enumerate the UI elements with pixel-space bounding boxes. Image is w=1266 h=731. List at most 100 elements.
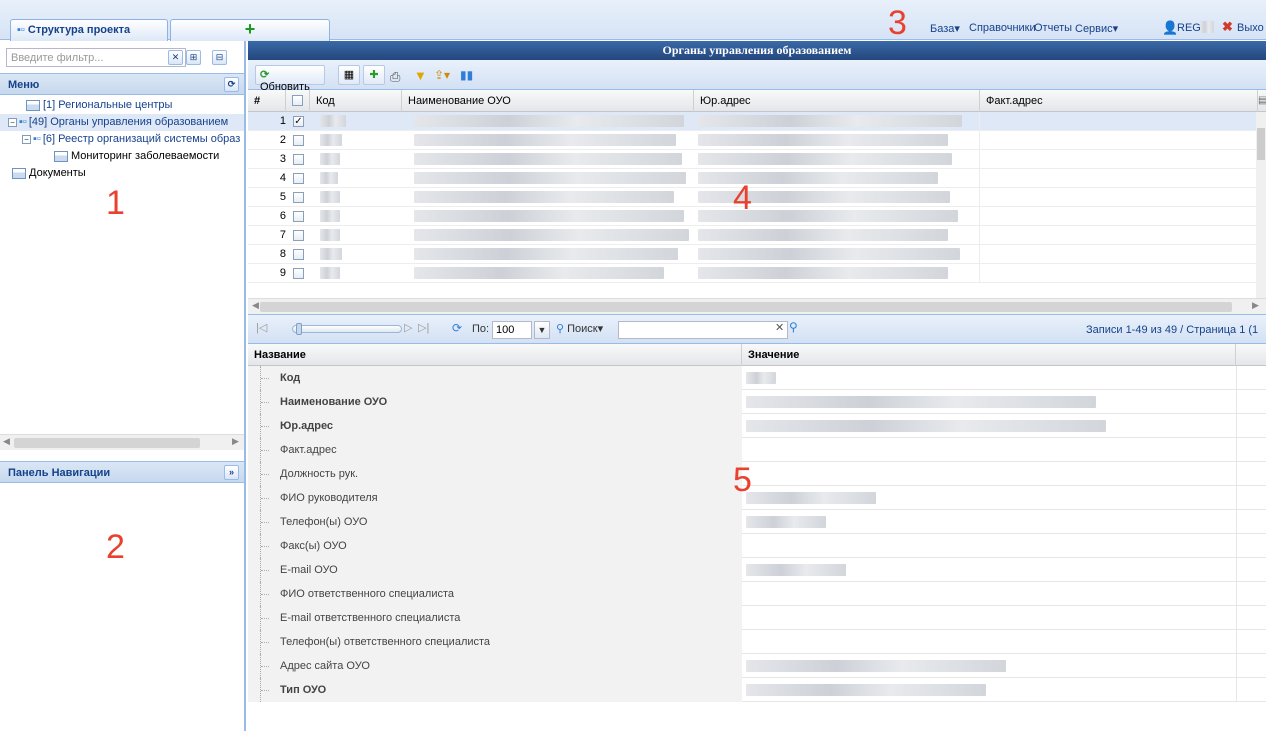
grid-vscroll-thumb[interactable] <box>1257 128 1265 160</box>
menu-base[interactable]: База▾ <box>930 22 960 35</box>
search-menu[interactable]: ⚲ Поиск▾ <box>556 322 603 335</box>
clear-filter-icon[interactable]: ✕ <box>168 50 183 65</box>
property-row[interactable]: Факт.адрес <box>248 438 1266 462</box>
tree-item-monitoring[interactable]: Мониторинг заболеваемости <box>0 148 244 165</box>
property-row[interactable]: E-mail ответственного специалиста <box>248 606 1266 630</box>
scroll-right-icon[interactable]: ▶ <box>232 436 239 447</box>
legal-address-blur <box>698 267 948 279</box>
tree-item-documents[interactable]: Документы <box>0 165 244 182</box>
column-divider <box>1236 534 1237 558</box>
row-checkbox[interactable]: ✓ <box>293 116 304 127</box>
row-checkbox[interactable] <box>293 268 304 279</box>
property-name: Наименование ОУО <box>248 390 742 414</box>
table-row[interactable]: 5 <box>248 188 1256 207</box>
row-checkbox[interactable] <box>293 249 304 260</box>
scroll-thumb[interactable] <box>14 438 200 448</box>
reload-icon[interactable]: ⟳ <box>452 321 462 335</box>
add-tab-button[interactable]: + <box>170 19 330 41</box>
menu-references[interactable]: Справочники <box>969 22 1036 34</box>
table-row[interactable]: 4 <box>248 169 1256 188</box>
tab-project-structure[interactable]: ▪▫ Структура проекта <box>10 19 168 41</box>
grid-hscroll-thumb[interactable] <box>260 302 1232 312</box>
page-slider[interactable] <box>292 323 402 335</box>
tree-line <box>260 390 270 414</box>
expand-all-icon[interactable]: ⊞ <box>186 50 201 65</box>
property-row[interactable]: Телефон(ы) ОУО <box>248 510 1266 534</box>
col-name[interactable]: Наименование ОУО <box>402 90 694 112</box>
table-row[interactable]: 9 <box>248 264 1256 283</box>
add-record-button[interactable]: ✚ <box>363 65 385 85</box>
row-checkbox[interactable] <box>293 230 304 241</box>
table-row[interactable]: 1 ✓ <box>248 112 1256 131</box>
col-code[interactable]: Код <box>310 90 402 112</box>
refresh-menu-icon[interactable]: ⟳ <box>224 77 239 92</box>
chart-icon[interactable]: ▮▮ <box>460 68 473 82</box>
exit-link[interactable]: Выхо <box>1237 22 1264 34</box>
property-row[interactable]: ФИО ответственного специалиста <box>248 582 1266 606</box>
scroll-left-icon[interactable]: ◀ <box>252 300 259 311</box>
row-number: 2 <box>279 134 286 146</box>
row-checkbox[interactable] <box>293 154 304 165</box>
table-view-button[interactable]: ▦ <box>338 65 360 85</box>
tree-item-education-authorities[interactable]: − ▪▫ [49] Органы управления образованием <box>0 114 244 131</box>
print-icon[interactable]: ⎙ <box>390 69 400 85</box>
tree-line <box>260 678 270 702</box>
property-row[interactable]: Код <box>248 366 1266 390</box>
menu-service[interactable]: Сервис▾ <box>1075 22 1118 35</box>
tree-item-regional-centers[interactable]: [1] Региональные центры <box>0 97 244 114</box>
column-divider <box>1236 630 1237 654</box>
row-checkbox[interactable] <box>293 211 304 222</box>
per-page-dropdown-icon[interactable]: ▼ <box>534 321 550 339</box>
property-row[interactable]: Телефон(ы) ответственного специалиста <box>248 630 1266 654</box>
table-row[interactable]: 7 <box>248 226 1256 245</box>
scroll-left-icon[interactable]: ◀ <box>3 436 10 447</box>
collapse-panel-icon[interactable]: » <box>224 465 239 480</box>
page-slider-thumb[interactable] <box>296 323 302 335</box>
refresh-button[interactable]: ⟳ Обновить <box>255 65 325 93</box>
search-input[interactable] <box>618 321 788 339</box>
col-checkbox <box>286 90 310 112</box>
col-legal-address[interactable]: Юр.адрес <box>694 90 980 112</box>
select-all-checkbox[interactable] <box>292 95 303 106</box>
last-page-icon[interactable]: ▷| <box>418 321 429 334</box>
row-checkbox[interactable] <box>293 192 304 203</box>
row-checkbox[interactable] <box>293 135 304 146</box>
search-go-icon[interactable]: ⚲ <box>789 320 798 334</box>
property-row[interactable]: Юр.адрес <box>248 414 1266 438</box>
property-row[interactable]: Тип ОУО <box>248 678 1266 702</box>
row-checkbox[interactable] <box>293 173 304 184</box>
col-number: # <box>248 90 286 112</box>
table-row[interactable]: 8 <box>248 245 1256 264</box>
left-scrollbar[interactable]: ◀ ▶ <box>0 434 244 450</box>
property-value-blur <box>746 492 876 504</box>
clear-search-icon[interactable]: ✕ <box>775 321 784 334</box>
property-row[interactable]: Адрес сайта ОУО <box>248 654 1266 678</box>
table-row[interactable]: 3 <box>248 150 1256 169</box>
property-row[interactable]: E-mail ОУО <box>248 558 1266 582</box>
property-row[interactable]: Наименование ОУО <box>248 390 1266 414</box>
grid-vscrollbar[interactable] <box>1256 112 1266 298</box>
property-name: ФИО руководителя <box>248 486 742 510</box>
menu-reports[interactable]: Отчеты <box>1034 22 1072 34</box>
property-row[interactable]: Должность рук. <box>248 462 1266 486</box>
collapse-toggle-icon[interactable]: − <box>22 134 31 144</box>
export-icon[interactable]: ⇪▾ <box>434 68 450 82</box>
next-page-icon[interactable]: ▷ <box>404 321 412 334</box>
property-row[interactable]: Факс(ы) ОУО <box>248 534 1266 558</box>
collapse-all-icon[interactable]: ⊟ <box>212 50 227 65</box>
table-row[interactable]: 2 <box>248 131 1256 150</box>
filter-input[interactable]: Введите фильтр... <box>6 48 186 67</box>
tree-item-registry[interactable]: − ▪▫ [6] Реестр организаций системы образ <box>0 131 244 148</box>
col-actual-address[interactable]: Факт.адрес <box>980 90 1258 112</box>
table-row[interactable]: 6 <box>248 207 1256 226</box>
property-name-text: Должность рук. <box>280 468 359 480</box>
property-row[interactable]: ФИО руководителя <box>248 486 1266 510</box>
filter-icon[interactable]: ▼ <box>414 68 427 83</box>
grid-hscrollbar[interactable]: ◀ ▶ <box>248 298 1266 314</box>
column-menu-icon[interactable]: ▤ <box>1258 95 1266 106</box>
scroll-right-icon[interactable]: ▶ <box>1252 300 1259 311</box>
collapse-toggle-icon[interactable]: − <box>8 117 17 127</box>
first-page-icon[interactable]: |◁ <box>256 321 267 334</box>
user-name[interactable]: REG <box>1177 22 1201 34</box>
per-page-input[interactable]: 100 <box>492 321 532 339</box>
